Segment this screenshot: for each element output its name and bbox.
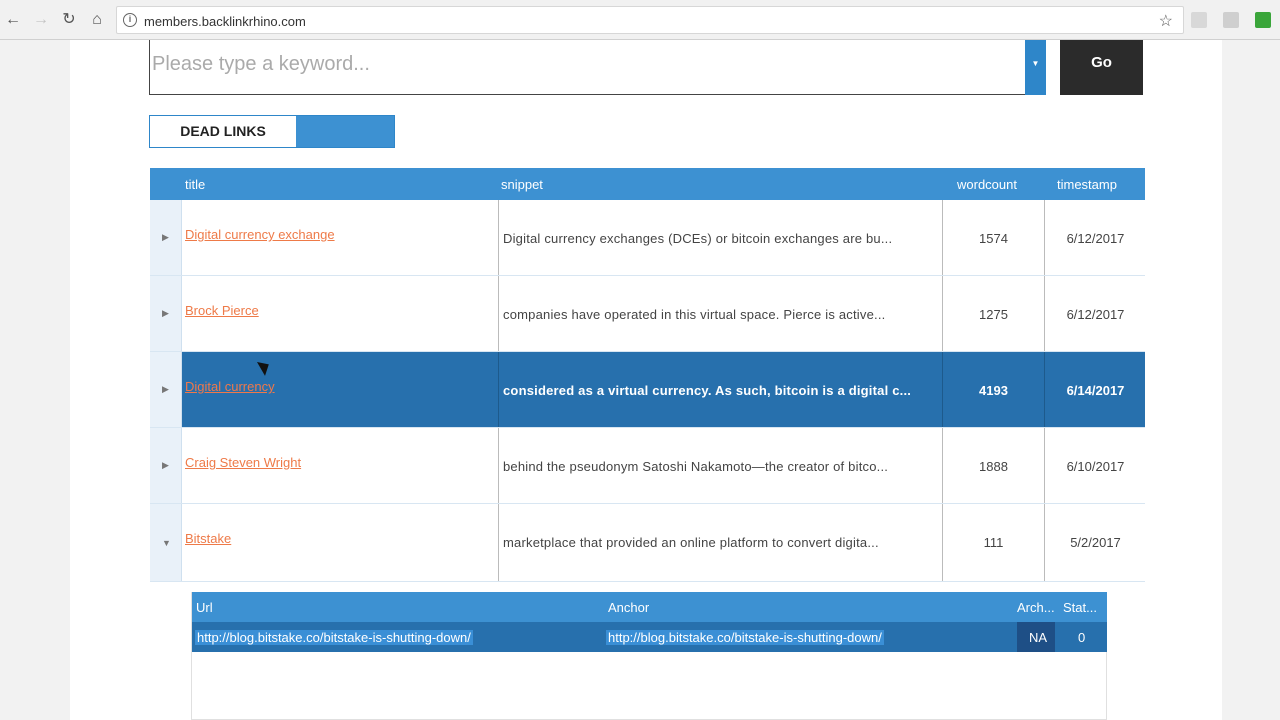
table-row-expanded[interactable]: ▼ Bitstake marketplace that provided an … xyxy=(150,504,1145,582)
reload-icon[interactable]: ↻ xyxy=(60,11,78,29)
chevron-right-icon[interactable]: ▶ xyxy=(162,232,169,243)
extension-icon[interactable] xyxy=(1191,12,1207,28)
back-icon[interactable]: ← xyxy=(4,11,22,29)
row-timestamp: 5/2/2017 xyxy=(1070,535,1121,550)
column-header-archive[interactable]: Arch... xyxy=(1017,600,1055,615)
row-snippet: companies have operated in this virtual … xyxy=(503,307,886,322)
row-wordcount: 1275 xyxy=(979,307,1008,322)
tab-strip: DEAD LINKS xyxy=(149,115,395,148)
detail-grid-header: Url Anchor Arch... Stat... xyxy=(192,592,1107,622)
bookmark-star-icon[interactable]: ☆ xyxy=(1159,11,1173,31)
table-row[interactable]: ▶ Craig Steven Wright behind the pseudon… xyxy=(150,428,1145,504)
column-header-anchor[interactable]: Anchor xyxy=(608,600,649,615)
timestamp-cell: 6/12/2017 xyxy=(1044,200,1145,275)
detail-status: 0 xyxy=(1078,630,1086,645)
camera-icon[interactable] xyxy=(1223,12,1239,28)
row-snippet: Digital currency exchanges (DCEs) or bit… xyxy=(503,231,893,246)
row-timestamp: 6/12/2017 xyxy=(1066,307,1125,322)
row-expander[interactable]: ▼ xyxy=(150,504,182,581)
keyword-search xyxy=(149,40,1027,95)
detail-url[interactable]: http://blog.bitstake.co/bitstake-is-shut… xyxy=(195,630,473,645)
chevron-right-icon[interactable]: ▶ xyxy=(162,308,169,319)
detail-row-selected[interactable]: http://blog.bitstake.co/bitstake-is-shut… xyxy=(192,622,1107,652)
row-expander[interactable]: ▶ xyxy=(150,200,182,275)
grid-header: title snippet wordcount timestamp xyxy=(150,168,1145,200)
chevron-down-icon[interactable]: ▼ xyxy=(1025,40,1046,95)
row-title-link[interactable]: Craig Steven Wright xyxy=(185,455,301,470)
browser-toolbar: ← → ↻ ⌂ i members.backlinkrhino.com ☆ xyxy=(0,0,1280,40)
home-icon[interactable]: ⌂ xyxy=(88,11,106,29)
row-expander[interactable]: ▶ xyxy=(150,276,182,351)
tab-dead-links[interactable]: DEAD LINKS xyxy=(150,116,296,147)
chevron-right-icon[interactable]: ▶ xyxy=(162,384,169,395)
chevron-down-icon[interactable]: ▼ xyxy=(162,538,171,548)
row-title-link[interactable]: Digital currency exchange xyxy=(185,227,335,242)
snippet-cell: Digital currency exchanges (DCEs) or bit… xyxy=(498,200,943,275)
row-expander[interactable]: ▶ xyxy=(150,352,182,427)
column-header-url[interactable]: Url xyxy=(196,600,213,615)
info-icon[interactable]: i xyxy=(123,13,137,27)
row-wordcount: 111 xyxy=(983,535,1004,550)
row-wordcount: 1574 xyxy=(979,231,1008,246)
row-timestamp: 6/10/2017 xyxy=(1066,459,1125,474)
column-header-wordcount[interactable]: wordcount xyxy=(957,177,1017,192)
forward-icon[interactable]: → xyxy=(32,11,50,29)
timestamp-cell: 6/12/2017 xyxy=(1044,276,1145,351)
table-row[interactable]: ▶ Digital currency exchange Digital curr… xyxy=(150,200,1145,276)
row-expander[interactable]: ▶ xyxy=(150,428,182,503)
timestamp-cell: 6/14/2017 xyxy=(1044,352,1145,427)
row-timestamp: 6/14/2017 xyxy=(1066,383,1125,398)
snippet-cell: companies have operated in this virtual … xyxy=(498,276,943,351)
row-snippet: marketplace that provided an online plat… xyxy=(503,535,879,550)
detail-anchor[interactable]: http://blog.bitstake.co/bitstake-is-shut… xyxy=(606,630,884,645)
row-snippet: behind the pseudonym Satoshi Nakamoto—th… xyxy=(503,459,889,474)
row-wordcount: 4193 xyxy=(979,383,1008,398)
timestamp-cell: 6/10/2017 xyxy=(1044,428,1145,503)
column-header-title[interactable]: title xyxy=(185,177,205,192)
go-button[interactable]: Go xyxy=(1060,40,1143,95)
detail-archive: NA xyxy=(1029,630,1048,645)
menu-extension-icon[interactable] xyxy=(1255,12,1271,28)
snippet-cell: marketplace that provided an online plat… xyxy=(498,504,943,581)
row-timestamp: 6/12/2017 xyxy=(1066,231,1125,246)
row-title-link[interactable]: Digital currency xyxy=(185,379,275,394)
keyword-input[interactable] xyxy=(152,48,1012,80)
snippet-cell: behind the pseudonym Satoshi Nakamoto—th… xyxy=(498,428,943,503)
timestamp-cell: 5/2/2017 xyxy=(1044,504,1145,581)
column-header-snippet[interactable]: snippet xyxy=(501,177,543,192)
column-header-status[interactable]: Stat... xyxy=(1063,600,1097,615)
row-title-link[interactable]: Brock Pierce xyxy=(185,303,259,318)
snippet-cell: considered as a virtual currency. As suc… xyxy=(498,352,943,427)
table-row[interactable]: ▶ Brock Pierce companies have operated i… xyxy=(150,276,1145,352)
column-header-timestamp[interactable]: timestamp xyxy=(1057,177,1117,192)
chevron-right-icon[interactable]: ▶ xyxy=(162,460,169,471)
table-row-selected[interactable]: ▶ Digital currency considered as a virtu… xyxy=(150,352,1145,428)
row-wordcount: 1888 xyxy=(979,459,1008,474)
row-snippet: considered as a virtual currency. As suc… xyxy=(503,383,912,398)
address-bar[interactable]: i members.backlinkrhino.com ☆ xyxy=(116,6,1184,34)
row-title-link[interactable]: Bitstake xyxy=(185,531,231,546)
address-text[interactable]: members.backlinkrhino.com xyxy=(144,14,306,29)
